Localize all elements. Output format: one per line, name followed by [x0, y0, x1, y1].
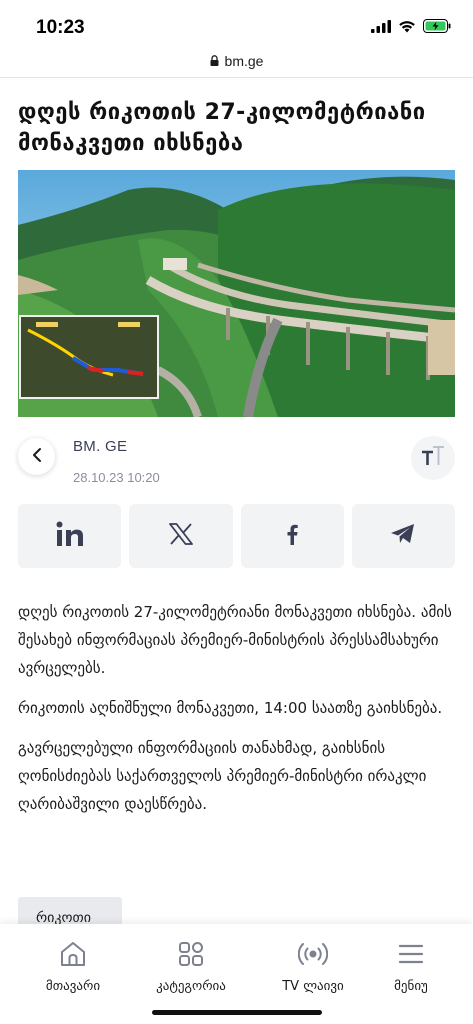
- nav-label: მთავარი: [45, 979, 101, 994]
- home-icon: [59, 940, 87, 972]
- article-body: დღეს რიკოთის 27-კილომეტრიანი მონაკვეთი ი…: [18, 598, 458, 830]
- chevron-left-icon: [32, 447, 42, 467]
- article-date: 28.10.23 10:20: [73, 470, 160, 485]
- share-linkedin-button[interactable]: [18, 504, 122, 568]
- article-paragraph: რიკოთის აღნიშნული მონაკვეთი, 14:00 საათზ…: [18, 699, 443, 717]
- nav-label: მენიუ: [394, 979, 428, 994]
- article-hero-image[interactable]: [18, 170, 455, 417]
- x-icon: [168, 523, 193, 549]
- status-bar: 10:23: [0, 0, 473, 46]
- nav-item-home[interactable]: მთავარი: [14, 941, 132, 994]
- status-time: 10:23: [36, 17, 85, 38]
- home-indicator: [152, 1010, 322, 1015]
- share-x-button[interactable]: [129, 504, 233, 568]
- linkedin-icon: [56, 521, 84, 551]
- article-headline: დღეს რიკოთის 27-კილომეტრიანი მონაკვეთი ი…: [18, 100, 426, 156]
- article-paragraph: დღეს რიკოთის 27-კილომეტრიანი მონაკვეთი ი…: [18, 603, 452, 677]
- nav-item-menu[interactable]: მენიუ: [352, 941, 470, 994]
- text-size-icon: [420, 445, 446, 471]
- status-icons: [371, 18, 451, 37]
- menu-icon: [398, 943, 424, 969]
- url-divider: [0, 77, 473, 78]
- bottom-nav: მთავარი კატეგორია TV ლაივი მენიუ: [0, 924, 473, 1024]
- nav-label: კატეგორია: [156, 979, 226, 994]
- share-telegram-button[interactable]: [351, 504, 455, 568]
- lock-icon: [210, 53, 219, 69]
- font-size-button[interactable]: [411, 436, 455, 480]
- url-text[interactable]: bm.ge: [225, 53, 264, 69]
- grid-icon: [178, 941, 204, 971]
- battery-charging-icon: [423, 18, 451, 37]
- back-button[interactable]: [18, 438, 55, 475]
- wifi-icon: [398, 18, 416, 37]
- article-meta: BM. GE 28.10.23 10:20: [18, 430, 455, 490]
- article-paragraph: გავრცელებული ინფორმაციის თანახმად, გაიხს…: [18, 739, 427, 813]
- signal-icon: [371, 18, 391, 37]
- url-bar[interactable]: bm.ge: [0, 46, 473, 76]
- share-row: [18, 504, 455, 568]
- share-facebook-button[interactable]: [240, 504, 344, 568]
- facebook-icon: [286, 523, 298, 549]
- article-source[interactable]: BM. GE: [73, 438, 127, 455]
- nav-item-category[interactable]: კატეგორია: [132, 941, 250, 994]
- telegram-icon: [390, 523, 416, 549]
- broadcast-icon: [297, 941, 329, 971]
